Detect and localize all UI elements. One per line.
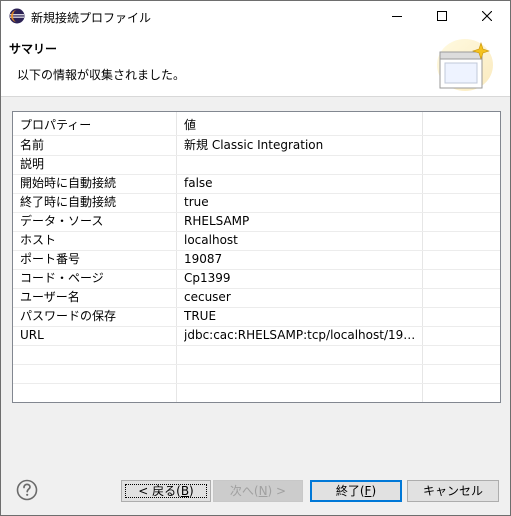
page-title: サマリー bbox=[9, 42, 58, 56]
property-name: パスワードの保存 bbox=[20, 309, 117, 323]
property-value bbox=[184, 155, 422, 174]
next-button[interactable]: 次へ(N) > bbox=[213, 480, 303, 502]
table-row[interactable]: 名前 新規 Classic Integration bbox=[13, 136, 500, 156]
property-value: cecuser bbox=[184, 290, 231, 304]
property-value: TRUE bbox=[184, 309, 217, 323]
next-label-prefix: 次へ( bbox=[229, 484, 259, 498]
property-name: データ・ソース bbox=[20, 214, 104, 228]
table-row[interactable]: データ・ソース RHELSAMP bbox=[13, 212, 500, 232]
table-row[interactable]: パスワードの保存 TRUE bbox=[13, 307, 500, 327]
minimize-button[interactable] bbox=[375, 1, 419, 31]
property-name: ユーザー名 bbox=[20, 290, 80, 304]
help-button[interactable] bbox=[15, 479, 39, 503]
table-header-row: プロパティー 値 bbox=[13, 116, 500, 136]
finish-label-suffix: ) bbox=[371, 484, 377, 498]
property-name: 説明 bbox=[20, 157, 45, 171]
property-value: RHELSAMP bbox=[184, 214, 250, 228]
property-value: 19087 bbox=[184, 252, 223, 266]
property-name: 開始時に自動接続 bbox=[20, 176, 117, 190]
property-value: jdbc:cac:RHELSAMP:tcp/localhost/19087:..… bbox=[184, 328, 422, 342]
page-description: 以下の情報が収集されました。 bbox=[17, 68, 186, 82]
next-label-suffix: ) > bbox=[267, 484, 287, 498]
focus-indicator bbox=[125, 484, 207, 498]
table-row[interactable]: ユーザー名 cecuser bbox=[13, 288, 500, 308]
property-value: Cp1399 bbox=[184, 271, 231, 285]
property-value: false bbox=[184, 176, 213, 190]
table-row[interactable]: URL jdbc:cac:RHELSAMP:tcp/localhost/1908… bbox=[13, 326, 500, 346]
next-mnemonic: N bbox=[258, 484, 268, 498]
table-row[interactable]: コード・ページ Cp1399 bbox=[13, 269, 500, 289]
minimize-icon bbox=[392, 11, 402, 21]
summary-table[interactable]: プロパティー 値 名前 新規 Classic Integration 説明 開始… bbox=[12, 111, 501, 403]
table-row[interactable]: 開始時に自動接続 false bbox=[13, 174, 500, 194]
table-row[interactable] bbox=[13, 364, 500, 384]
property-name: 名前 bbox=[20, 138, 45, 152]
property-value bbox=[184, 383, 422, 402]
property-name bbox=[20, 345, 175, 364]
finish-label-prefix: 終了( bbox=[335, 484, 365, 498]
table-row[interactable] bbox=[13, 345, 500, 365]
close-icon bbox=[482, 11, 492, 21]
cancel-button[interactable]: キャンセル bbox=[407, 480, 499, 502]
property-name: ホスト bbox=[20, 233, 57, 247]
table-row[interactable]: ポート番号 19087 bbox=[13, 250, 500, 270]
window-title: 新規接続プロファイル bbox=[31, 11, 152, 25]
property-name bbox=[20, 383, 175, 402]
property-name: 終了時に自動接続 bbox=[20, 195, 117, 209]
finish-button-label: 終了(F) bbox=[336, 484, 376, 498]
column-header-value[interactable]: 値 bbox=[184, 116, 422, 135]
maximize-button[interactable] bbox=[420, 1, 464, 31]
property-value: 新規 Classic Integration bbox=[184, 138, 324, 152]
table-row[interactable]: 終了時に自動接続 true bbox=[13, 193, 500, 213]
table-row[interactable]: 説明 bbox=[13, 155, 500, 175]
property-value bbox=[184, 364, 422, 383]
property-value: true bbox=[184, 195, 209, 209]
table-row[interactable] bbox=[13, 383, 500, 402]
wizard-header: サマリー 以下の情報が収集されました。 bbox=[1, 31, 510, 97]
property-name: URL bbox=[20, 328, 44, 342]
property-value bbox=[184, 345, 422, 364]
close-button[interactable] bbox=[465, 1, 509, 31]
property-value: localhost bbox=[184, 233, 238, 247]
property-name: コード・ページ bbox=[20, 271, 104, 285]
maximize-icon bbox=[437, 11, 447, 21]
column-header-property[interactable]: プロパティー bbox=[20, 116, 175, 135]
wizard-banner-icon bbox=[435, 39, 493, 93]
title-bar[interactable]: 新規接続プロファイル bbox=[1, 1, 510, 31]
property-name bbox=[20, 364, 175, 383]
help-icon bbox=[16, 479, 38, 504]
back-button[interactable]: < 戻る(B) bbox=[121, 480, 211, 502]
next-button-label: 次へ(N) > bbox=[230, 484, 286, 498]
eclipse-icon bbox=[9, 8, 25, 24]
finish-button[interactable]: 終了(F) bbox=[310, 480, 402, 502]
dialog-window: 新規接続プロファイル サマリー 以下の情報が収集されました。 プロパティー 値 … bbox=[0, 0, 511, 516]
property-name: ポート番号 bbox=[20, 252, 81, 266]
table-row[interactable]: ホスト localhost bbox=[13, 231, 500, 251]
